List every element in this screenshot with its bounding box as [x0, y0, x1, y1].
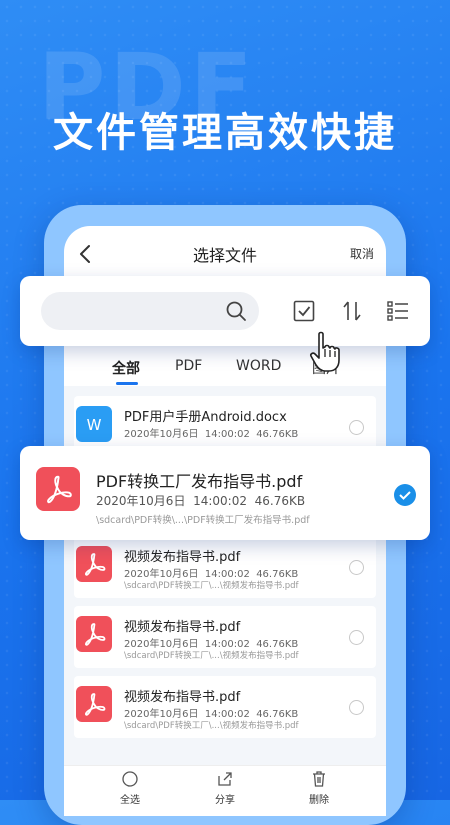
delete-label: 删除 [309, 795, 329, 806]
pdf-icon [76, 616, 112, 652]
select-radio[interactable] [349, 700, 364, 715]
selected-file-name: PDF转换工厂发布指导书.pdf [96, 472, 303, 491]
share-label: 分享 [215, 795, 235, 806]
tab-word[interactable]: WORD [236, 358, 281, 374]
active-tab-indicator [116, 382, 138, 385]
headline: 文件管理高效快捷 [53, 110, 397, 156]
file-name: 视频发布指导书.pdf [124, 690, 241, 705]
file-name: 视频发布指导书.pdf [124, 620, 241, 635]
select-all-button[interactable]: 全选 [100, 770, 160, 806]
file-path: \sdcard\PDF转换工厂\...\视频发布指导书.pdf [124, 581, 299, 591]
file-name: PDF用户手册Android.docx [124, 410, 287, 425]
share-button[interactable]: 分享 [195, 770, 255, 806]
select-radio[interactable] [349, 420, 364, 435]
checkbox-select-icon[interactable] [292, 299, 316, 323]
svg-text:W: W [87, 416, 102, 434]
file-path: \sdcard\PDF转换工厂\...\视频发布指导书.pdf [124, 721, 299, 731]
bottom-action-bar: 全选 分享 删除 [64, 765, 386, 816]
file-meta: 2020年10月6日 14:00:02 46.76KB [124, 639, 299, 650]
file-name: 视频发布指导书.pdf [124, 550, 241, 565]
selected-check-icon[interactable] [394, 484, 416, 506]
circle-icon [122, 771, 138, 787]
file-meta: 2020年10月6日 14:00:02 46.76KB [124, 709, 299, 720]
cancel-button[interactable]: 取消 [350, 245, 374, 262]
sort-icon[interactable] [340, 299, 364, 323]
select-radio[interactable] [349, 560, 364, 575]
search-box[interactable] [41, 292, 259, 330]
file-meta: 2020年10月6日 14:00:02 46.76KB [124, 569, 299, 580]
search-input[interactable] [55, 301, 219, 323]
pdf-icon [76, 546, 112, 582]
list-view-icon[interactable] [386, 299, 410, 323]
file-path: \sdcard\PDF转换工厂\...\视频发布指导书.pdf [124, 651, 299, 661]
search-icon[interactable] [225, 300, 247, 322]
pdf-icon [76, 686, 112, 722]
share-icon [218, 772, 232, 786]
hand-pointer-icon [310, 331, 340, 372]
delete-button[interactable]: 删除 [289, 770, 349, 806]
tab-all[interactable]: 全部 [112, 358, 140, 378]
file-row[interactable]: 视频发布指导书.pdf 2020年10月6日 14:00:02 46.76KB … [74, 606, 376, 668]
app-bar: 选择文件 取消 [64, 226, 386, 282]
pdf-icon [36, 467, 80, 511]
select-all-label: 全选 [120, 795, 140, 806]
select-radio[interactable] [349, 630, 364, 645]
file-row[interactable]: 视频发布指导书.pdf 2020年10月6日 14:00:02 46.76KB … [74, 536, 376, 598]
file-meta: 2020年10月6日 14:00:02 46.76KB [124, 429, 299, 440]
tab-pdf[interactable]: PDF [175, 358, 202, 374]
page-title: 选择文件 [192, 246, 257, 265]
search-toolbar-card [20, 276, 430, 346]
file-row[interactable]: 视频发布指导书.pdf 2020年10月6日 14:00:02 46.76KB … [74, 676, 376, 738]
selected-file-meta: 2020年10月6日 14:00:02 46.76KB [96, 494, 306, 508]
selected-file-path: \sdcard\PDF转换\...\PDF转换工厂发布指导书.pdf [96, 515, 310, 526]
trash-icon [313, 771, 325, 787]
word-icon: W [76, 406, 112, 442]
selected-file-card[interactable]: PDF转换工厂发布指导书.pdf 2020年10月6日 14:00:02 46.… [20, 446, 430, 540]
